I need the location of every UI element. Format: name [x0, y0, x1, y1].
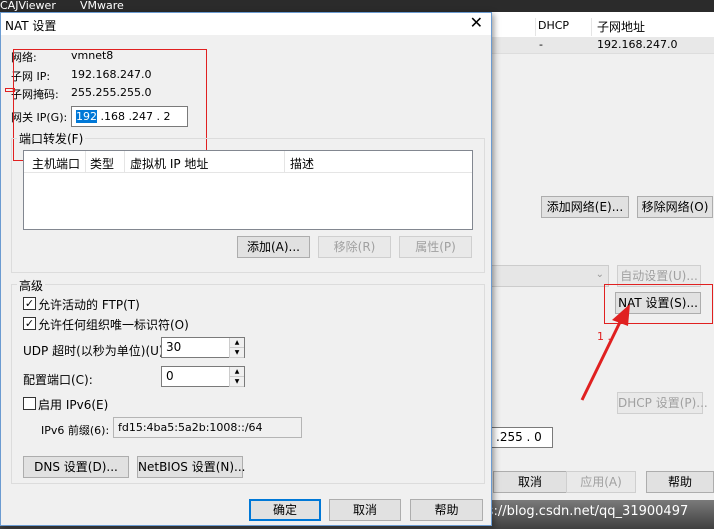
chevron-down-icon: ▼: [230, 348, 244, 358]
advanced-legend: 高级: [17, 277, 46, 294]
highlight-tick: [5, 88, 15, 92]
title-bar: NAT 设置 ✕: [1, 13, 491, 35]
add-port-button[interactable]: 添加(A)...: [237, 236, 310, 258]
enable-ipv6-label[interactable]: 启用 IPv6(E): [38, 396, 108, 413]
port-forward-list[interactable]: 主机端口 类型 虚拟机 IP 地址 描述: [23, 150, 473, 230]
allow-ftp-checkbox[interactable]: ✓: [23, 297, 36, 310]
row-dhcp: -: [539, 38, 543, 51]
udp-timeout-field[interactable]: 30 ▲ ▼: [161, 337, 245, 358]
watermark: https://blog.csdn.net/qq_31900497: [460, 504, 689, 519]
col-description: 描述: [290, 157, 315, 171]
ipv6-prefix-field[interactable]: fd15:4ba5:5a2b:1008::/64: [113, 417, 302, 438]
taskbar: CAJViewer VMware: [0, 0, 714, 12]
chevron-up-icon: ▲: [230, 338, 244, 348]
cancel-button[interactable]: 取消: [329, 499, 401, 521]
col-host-port: 主机端口: [32, 157, 81, 171]
help-button[interactable]: 帮助: [410, 499, 483, 521]
netbios-settings-button[interactable]: NetBIOS 设置(N)...: [137, 456, 246, 478]
config-port-spinner[interactable]: ▲ ▼: [229, 367, 244, 387]
port-properties-button[interactable]: 属性(P): [399, 236, 472, 258]
apply-button-bg[interactable]: 应用(A): [566, 471, 636, 493]
remove-network-button[interactable]: 移除网络(O): [637, 196, 713, 218]
config-port-field[interactable]: 0 ▲ ▼: [161, 366, 245, 387]
help-button-bg[interactable]: 帮助: [646, 471, 714, 493]
chevron-down-icon: ▼: [230, 377, 244, 387]
udp-timeout-label: UDP 超时(以秒为单位)(U):: [23, 344, 168, 358]
subnet-mask-value: .255 . 0: [496, 430, 542, 444]
row-subnet: 192.168.247.0: [597, 38, 678, 51]
taskbar-item-cajviewer[interactable]: CAJViewer: [0, 0, 56, 12]
nat-combobox[interactable]: ⌄: [491, 265, 609, 287]
allow-ftp-label[interactable]: 允许活动的 FTP(T): [38, 296, 140, 313]
port-forward-legend: 端口转发(F): [17, 130, 86, 147]
subnet-mask-field[interactable]: .255 . 0: [491, 427, 553, 448]
config-port-value: 0: [166, 369, 174, 383]
col-subnet: 子网地址: [597, 20, 646, 34]
ipv6-prefix-value: fd15:4ba5:5a2b:1008::/64: [118, 421, 263, 434]
annotation-arrow: [580, 304, 630, 401]
dns-settings-button[interactable]: DNS 设置(D)...: [23, 456, 129, 478]
taskbar-item-vmware[interactable]: VMware: [80, 0, 124, 12]
close-icon[interactable]: ✕: [470, 13, 483, 32]
nat-settings-dialog: NAT 设置 ✕ 网络: vmnet8 子网 IP: 192.168.247.0…: [0, 12, 492, 526]
remove-port-button[interactable]: 移除(R): [318, 236, 391, 258]
network-table[interactable]: DHCP 子网地址 - 192.168.247.0: [491, 12, 714, 54]
udp-timeout-value: 30: [166, 340, 182, 354]
virtual-network-editor: DHCP 子网地址 - 192.168.247.0 添加网络(E)... 移除网…: [490, 12, 714, 500]
col-dhcp: DHCP: [538, 19, 570, 32]
allow-oui-checkbox[interactable]: ✓: [23, 317, 36, 330]
add-network-button[interactable]: 添加网络(E)...: [541, 196, 629, 218]
udp-spinner[interactable]: ▲ ▼: [229, 338, 244, 358]
config-port-label: 配置端口(C):: [23, 373, 93, 387]
col-vm-ip: 虚拟机 IP 地址: [130, 157, 209, 171]
chevron-down-icon: ⌄: [595, 269, 604, 280]
allow-oui-label[interactable]: 允许任何组织唯一标识符(O): [38, 316, 189, 333]
col-type: 类型: [90, 157, 115, 171]
cancel-button-bg[interactable]: 取消: [493, 471, 567, 493]
table-row[interactable]: - 192.168.247.0: [491, 37, 714, 53]
ipv6-prefix-label: IPv6 前缀(6):: [41, 424, 110, 437]
ok-button[interactable]: 确定: [249, 499, 321, 521]
enable-ipv6-checkbox[interactable]: [23, 397, 36, 410]
chevron-up-icon: ▲: [230, 367, 244, 377]
dialog-title: NAT 设置: [5, 19, 57, 33]
list-header: 主机端口 类型 虚拟机 IP 地址 描述: [24, 151, 472, 173]
